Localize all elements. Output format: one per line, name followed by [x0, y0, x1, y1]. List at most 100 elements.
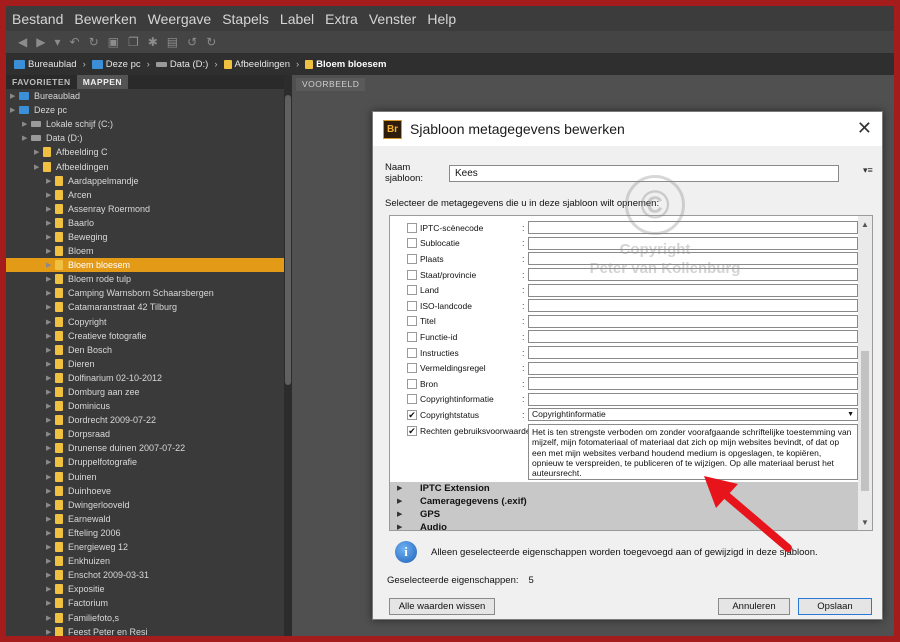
scrollbar-thumb[interactable]: [285, 95, 291, 385]
scroll-up-icon[interactable]: ▲: [861, 220, 869, 229]
tree-item[interactable]: ▶ Data (D:): [6, 131, 284, 145]
field-checkbox[interactable]: [407, 331, 417, 342]
field-checkbox[interactable]: [407, 253, 417, 264]
expand-icon[interactable]: ▶: [46, 628, 55, 636]
field-checkbox[interactable]: [407, 347, 417, 358]
field-input[interactable]: [528, 361, 858, 375]
expand-icon[interactable]: ▶: [46, 346, 55, 354]
tree-item[interactable]: ▶ Dieren: [6, 357, 284, 371]
save-button[interactable]: Opslaan: [798, 598, 872, 615]
tree-item[interactable]: ▶ Dolfinarium 02-10-2012: [6, 371, 284, 385]
tree-item[interactable]: ▶ Enschot 2009-03-31: [6, 568, 284, 582]
expand-icon[interactable]: ▶: [397, 497, 402, 505]
folder-scrollbar[interactable]: [284, 75, 292, 636]
tree-item[interactable]: ▶ Copyright: [6, 315, 284, 329]
tree-item[interactable]: ▶ Dordrecht 2009-07-22: [6, 413, 284, 427]
menu-bewerken[interactable]: Bewerken: [74, 11, 136, 27]
breadcrumb-item[interactable]: Bureaublad ›: [14, 59, 86, 70]
expand-icon[interactable]: ▶: [46, 444, 55, 452]
template-menu-icon[interactable]: ▾≡: [863, 165, 873, 176]
expand-icon[interactable]: ▶: [22, 134, 31, 142]
menu-venster[interactable]: Venster: [369, 11, 416, 27]
expand-icon[interactable]: ▶: [34, 148, 43, 156]
tree-item[interactable]: ▶ Creatieve fotografie: [6, 329, 284, 343]
expand-icon[interactable]: ▶: [46, 219, 55, 227]
tree-item[interactable]: ▶ Beweging: [6, 230, 284, 244]
field-input[interactable]: [528, 377, 858, 391]
field-checkbox[interactable]: [407, 394, 417, 405]
expand-icon[interactable]: ▶: [46, 557, 55, 565]
tree-item[interactable]: ▶ Factorium: [6, 596, 284, 610]
scroll-down-icon[interactable]: ▼: [861, 518, 869, 527]
tree-item[interactable]: ▶ Expositie: [6, 582, 284, 596]
tree-item[interactable]: ▶ Enkhuizen: [6, 554, 284, 568]
breadcrumb-item[interactable]: Deze pc ›: [91, 59, 150, 70]
expand-icon[interactable]: ▶: [397, 510, 402, 518]
expand-icon[interactable]: ▶: [46, 205, 55, 213]
tree-item[interactable]: ▶ Earnewald: [6, 512, 284, 526]
expand-icon[interactable]: ▶: [46, 501, 55, 509]
expand-icon[interactable]: ▶: [46, 303, 55, 311]
forward-icon[interactable]: ▶: [36, 35, 45, 49]
refresh-icon[interactable]: ↻: [89, 35, 99, 49]
tree-item[interactable]: ▶ Afbeelding C: [6, 145, 284, 159]
expand-icon[interactable]: ▶: [46, 430, 55, 438]
expand-icon[interactable]: ▶: [46, 247, 55, 255]
menu-weergave[interactable]: Weergave: [148, 11, 212, 27]
tree-item[interactable]: ▶ Dominicus: [6, 399, 284, 413]
tree-item[interactable]: ▶ Baarlo: [6, 216, 284, 230]
undo-icon[interactable]: ↺: [187, 35, 197, 49]
tab-mappen[interactable]: MAPPEN: [76, 75, 129, 89]
scrollbar-thumb[interactable]: [861, 351, 869, 491]
field-input[interactable]: [528, 330, 858, 344]
field-checkbox[interactable]: [407, 300, 417, 311]
tab-favorieten[interactable]: FAVORIETEN: [6, 75, 77, 89]
field-checkbox[interactable]: [407, 238, 417, 249]
expand-icon[interactable]: ▶: [10, 106, 19, 114]
tree-item[interactable]: ▶ Catamaranstraat 42 Tilburg: [6, 300, 284, 314]
expand-icon[interactable]: ▶: [46, 473, 55, 481]
menu-bestand[interactable]: Bestand: [12, 11, 63, 27]
menu-label[interactable]: Label: [280, 11, 314, 27]
expand-icon[interactable]: ▶: [46, 289, 55, 297]
expand-icon[interactable]: ▶: [46, 261, 55, 269]
field-input[interactable]: [528, 392, 858, 406]
redo-icon[interactable]: ↻: [206, 35, 216, 49]
expand-icon[interactable]: ▶: [46, 585, 55, 593]
expand-icon[interactable]: ▶: [46, 191, 55, 199]
expand-icon[interactable]: ▶: [46, 360, 55, 368]
menu-help[interactable]: Help: [427, 11, 456, 27]
expand-icon[interactable]: ▶: [46, 177, 55, 185]
expand-icon[interactable]: ▶: [46, 515, 55, 523]
expand-icon[interactable]: ▶: [46, 275, 55, 283]
breadcrumb-item[interactable]: Afbeeldingen ›: [223, 59, 299, 70]
tree-item[interactable]: ▶ Drunense duinen 2007-07-22: [6, 441, 284, 455]
expand-icon[interactable]: ▶: [46, 487, 55, 495]
tree-item[interactable]: ▶ Energieweg 12: [6, 540, 284, 554]
expand-icon[interactable]: ▶: [46, 388, 55, 396]
tree-item[interactable]: ▶ Druppelfotografie: [6, 455, 284, 469]
breadcrumb-item-current[interactable]: Bloem bloesem: [305, 59, 386, 70]
close-icon[interactable]: ✕: [857, 118, 872, 139]
menu-extra[interactable]: Extra: [325, 11, 358, 27]
tree-item[interactable]: ▶ Den Bosch: [6, 343, 284, 357]
field-list-scrollbar[interactable]: ▲ ▼: [858, 216, 872, 530]
output-icon[interactable]: ▤: [167, 35, 178, 49]
expand-icon[interactable]: ▶: [397, 523, 402, 530]
tree-item[interactable]: ▶ Bloem rode tulp: [6, 272, 284, 286]
expand-icon[interactable]: ▶: [46, 599, 55, 607]
tree-item[interactable]: ▶ Arcen: [6, 188, 284, 202]
tree-item[interactable]: ▶ Assenray Roermond: [6, 202, 284, 216]
expand-icon[interactable]: ▶: [46, 529, 55, 537]
tree-item[interactable]: ▶ Bloem bloesem: [6, 258, 284, 273]
tree-item[interactable]: ▶ Efteling 2006: [6, 526, 284, 540]
expand-icon[interactable]: ▶: [46, 332, 55, 340]
tree-item[interactable]: ▶ Deze pc: [6, 103, 284, 117]
field-checkbox[interactable]: ✔: [407, 409, 417, 420]
tree-item[interactable]: ▶ Familiefoto,s: [6, 610, 284, 624]
chevron-down-icon[interactable]: ▼: [847, 409, 854, 420]
expand-icon[interactable]: ▶: [46, 458, 55, 466]
tree-item[interactable]: ▶ Dwingerlooveld: [6, 498, 284, 512]
tree-item[interactable]: ▶ Domburg aan zee: [6, 385, 284, 399]
expand-icon[interactable]: ▶: [46, 571, 55, 579]
